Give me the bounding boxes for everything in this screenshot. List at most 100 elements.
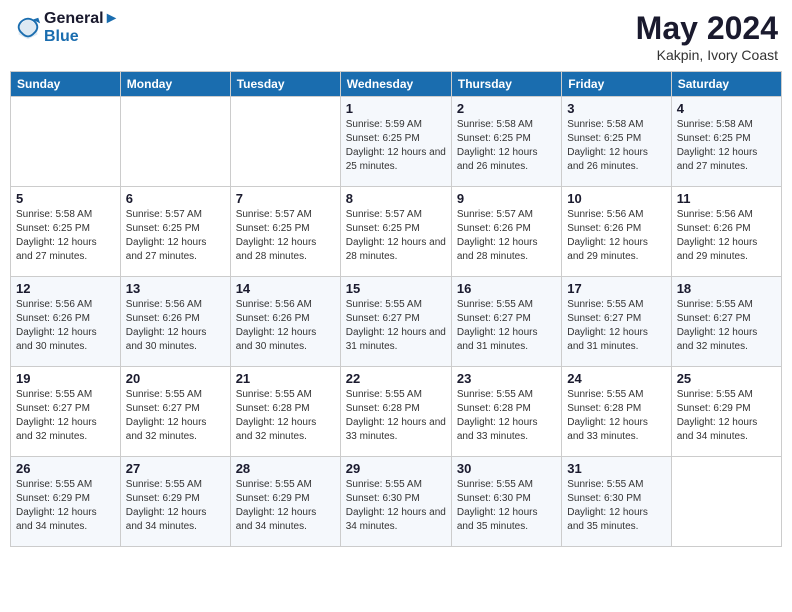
- calendar-cell: 10 Sunrise: 5:56 AM Sunset: 6:26 PM Dayli…: [562, 187, 671, 277]
- calendar-cell: [230, 97, 340, 187]
- day-of-week-header: Wednesday: [340, 72, 451, 97]
- day-info: Sunrise: 5:55 AM Sunset: 6:27 PM Dayligh…: [126, 388, 225, 444]
- day-of-week-header: Saturday: [671, 72, 781, 97]
- day-of-week-header: Monday: [120, 72, 230, 97]
- day-number: 11: [677, 191, 776, 206]
- calendar-cell: [671, 457, 781, 547]
- day-info: Sunrise: 5:56 AM Sunset: 6:26 PM Dayligh…: [126, 298, 225, 354]
- calendar-cell: 14Sunrise: 5:56 AM Sunset: 6:26 PM Dayli…: [230, 277, 340, 367]
- logo-icon: [14, 14, 42, 42]
- month-year-title: May 2024: [636, 10, 778, 47]
- day-info: Sunrise: 5:59 AM Sunset: 6:25 PM Dayligh…: [346, 118, 446, 174]
- day-info: Sunrise: 5:55 AM Sunset: 6:30 PM Dayligh…: [567, 478, 665, 534]
- calendar-cell: 18 Sunrise: 5:55 AM Sunset: 6:27 PM Dayli…: [671, 277, 781, 367]
- calendar-cell: 29 Sunrise: 5:55 AM Sunset: 6:30 PM Dayli…: [340, 457, 451, 547]
- day-number: 18: [677, 281, 776, 296]
- day-info: Sunrise: 5:55 AM Sunset: 6:30 PM Dayligh…: [457, 478, 556, 534]
- day-number: 26: [16, 461, 115, 476]
- calendar-cell: 4 Sunrise: 5:58 AM Sunset: 6:25 PM Daylig…: [671, 97, 781, 187]
- calendar-cell: 6Sunrise: 5:57 AM Sunset: 6:25 PM Daylig…: [120, 187, 230, 277]
- day-number: 10: [567, 191, 665, 206]
- day-number: 20: [126, 371, 225, 386]
- calendar-cell: 8 Sunrise: 5:57 AM Sunset: 6:25 PM Daylig…: [340, 187, 451, 277]
- day-info: Sunrise: 5:58 AM Sunset: 6:25 PM Dayligh…: [457, 118, 556, 174]
- calendar-week-row: 19 Sunrise: 5:55 AM Sunset: 6:27 PM Dayli…: [11, 367, 782, 457]
- day-info: Sunrise: 5:57 AM Sunset: 6:25 PM Dayligh…: [236, 208, 335, 264]
- calendar-cell: 9Sunrise: 5:57 AM Sunset: 6:26 PM Daylig…: [451, 187, 561, 277]
- day-of-week-header: Thursday: [451, 72, 561, 97]
- calendar-cell: 28Sunrise: 5:55 AM Sunset: 6:29 PM Dayli…: [230, 457, 340, 547]
- day-number: 27: [126, 461, 225, 476]
- day-number: 4: [677, 101, 776, 116]
- calendar-cell: 11 Sunrise: 5:56 AM Sunset: 6:26 PM Dayli…: [671, 187, 781, 277]
- calendar-header-row: SundayMondayTuesdayWednesdayThursdayFrid…: [11, 72, 782, 97]
- calendar-cell: 24Sunrise: 5:55 AM Sunset: 6:28 PM Dayli…: [562, 367, 671, 457]
- day-info: Sunrise: 5:55 AM Sunset: 6:28 PM Dayligh…: [236, 388, 335, 444]
- day-info: Sunrise: 5:55 AM Sunset: 6:27 PM Dayligh…: [457, 298, 556, 354]
- calendar-cell: 12 Sunrise: 5:56 AM Sunset: 6:26 PM Dayli…: [11, 277, 121, 367]
- day-info: Sunrise: 5:57 AM Sunset: 6:25 PM Dayligh…: [346, 208, 446, 264]
- calendar-cell: [120, 97, 230, 187]
- day-info: Sunrise: 5:55 AM Sunset: 6:28 PM Dayligh…: [567, 388, 665, 444]
- day-info: Sunrise: 5:58 AM Sunset: 6:25 PM Dayligh…: [16, 208, 115, 264]
- calendar-cell: 30Sunrise: 5:55 AM Sunset: 6:30 PM Dayli…: [451, 457, 561, 547]
- day-number: 5: [16, 191, 115, 206]
- day-info: Sunrise: 5:56 AM Sunset: 6:26 PM Dayligh…: [677, 208, 776, 264]
- location-subtitle: Kakpin, Ivory Coast: [636, 47, 778, 63]
- calendar-cell: 26 Sunrise: 5:55 AM Sunset: 6:29 PM Dayli…: [11, 457, 121, 547]
- day-info: Sunrise: 5:55 AM Sunset: 6:29 PM Dayligh…: [677, 388, 776, 444]
- day-info: Sunrise: 5:56 AM Sunset: 6:26 PM Dayligh…: [16, 298, 115, 354]
- calendar-cell: 16 Sunrise: 5:55 AM Sunset: 6:27 PM Dayli…: [451, 277, 561, 367]
- calendar-cell: 25Sunrise: 5:55 AM Sunset: 6:29 PM Dayli…: [671, 367, 781, 457]
- day-info: Sunrise: 5:55 AM Sunset: 6:27 PM Dayligh…: [16, 388, 115, 444]
- day-of-week-header: Tuesday: [230, 72, 340, 97]
- calendar-cell: 13 Sunrise: 5:56 AM Sunset: 6:26 PM Dayli…: [120, 277, 230, 367]
- calendar-cell: [11, 97, 121, 187]
- day-info: Sunrise: 5:55 AM Sunset: 6:29 PM Dayligh…: [236, 478, 335, 534]
- calendar-table: SundayMondayTuesdayWednesdayThursdayFrid…: [10, 71, 782, 547]
- day-number: 29: [346, 461, 446, 476]
- day-of-week-header: Sunday: [11, 72, 121, 97]
- day-info: Sunrise: 5:57 AM Sunset: 6:26 PM Dayligh…: [457, 208, 556, 264]
- day-number: 17: [567, 281, 665, 296]
- day-info: Sunrise: 5:56 AM Sunset: 6:26 PM Dayligh…: [236, 298, 335, 354]
- calendar-cell: 2Sunrise: 5:58 AM Sunset: 6:25 PM Daylig…: [451, 97, 561, 187]
- calendar-week-row: 12 Sunrise: 5:56 AM Sunset: 6:26 PM Dayli…: [11, 277, 782, 367]
- calendar-week-row: 5 Sunrise: 5:58 AM Sunset: 6:25 PM Daylig…: [11, 187, 782, 277]
- day-number: 8: [346, 191, 446, 206]
- calendar-cell: 17Sunrise: 5:55 AM Sunset: 6:27 PM Dayli…: [562, 277, 671, 367]
- calendar-cell: 27 Sunrise: 5:55 AM Sunset: 6:29 PM Dayli…: [120, 457, 230, 547]
- day-number: 16: [457, 281, 556, 296]
- day-number: 7: [236, 191, 335, 206]
- logo: General► Blue: [14, 10, 119, 45]
- day-number: 19: [16, 371, 115, 386]
- day-number: 13: [126, 281, 225, 296]
- calendar-cell: 3Sunrise: 5:58 AM Sunset: 6:25 PM Daylig…: [562, 97, 671, 187]
- day-number: 3: [567, 101, 665, 116]
- day-info: Sunrise: 5:55 AM Sunset: 6:30 PM Dayligh…: [346, 478, 446, 534]
- day-number: 15: [346, 281, 446, 296]
- title-area: May 2024 Kakpin, Ivory Coast: [636, 10, 778, 63]
- day-number: 22: [346, 371, 446, 386]
- calendar-cell: 21Sunrise: 5:55 AM Sunset: 6:28 PM Dayli…: [230, 367, 340, 457]
- day-info: Sunrise: 5:58 AM Sunset: 6:25 PM Dayligh…: [677, 118, 776, 174]
- calendar-cell: 1 Sunrise: 5:59 AM Sunset: 6:25 PM Daylig…: [340, 97, 451, 187]
- day-number: 1: [346, 101, 446, 116]
- page-header: General► Blue May 2024 Kakpin, Ivory Coa…: [10, 10, 782, 63]
- calendar-cell: 5 Sunrise: 5:58 AM Sunset: 6:25 PM Daylig…: [11, 187, 121, 277]
- calendar-cell: 7 Sunrise: 5:57 AM Sunset: 6:25 PM Daylig…: [230, 187, 340, 277]
- calendar-cell: 19 Sunrise: 5:55 AM Sunset: 6:27 PM Dayli…: [11, 367, 121, 457]
- day-number: 12: [16, 281, 115, 296]
- day-number: 23: [457, 371, 556, 386]
- day-info: Sunrise: 5:55 AM Sunset: 6:27 PM Dayligh…: [346, 298, 446, 354]
- calendar-cell: 15 Sunrise: 5:55 AM Sunset: 6:27 PM Dayli…: [340, 277, 451, 367]
- calendar-cell: 31Sunrise: 5:55 AM Sunset: 6:30 PM Dayli…: [562, 457, 671, 547]
- calendar-cell: 20 Sunrise: 5:55 AM Sunset: 6:27 PM Dayli…: [120, 367, 230, 457]
- day-info: Sunrise: 5:55 AM Sunset: 6:29 PM Dayligh…: [16, 478, 115, 534]
- day-info: Sunrise: 5:56 AM Sunset: 6:26 PM Dayligh…: [567, 208, 665, 264]
- day-info: Sunrise: 5:55 AM Sunset: 6:29 PM Dayligh…: [126, 478, 225, 534]
- day-info: Sunrise: 5:57 AM Sunset: 6:25 PM Dayligh…: [126, 208, 225, 264]
- day-info: Sunrise: 5:55 AM Sunset: 6:28 PM Dayligh…: [346, 388, 446, 444]
- day-info: Sunrise: 5:55 AM Sunset: 6:27 PM Dayligh…: [677, 298, 776, 354]
- day-info: Sunrise: 5:55 AM Sunset: 6:28 PM Dayligh…: [457, 388, 556, 444]
